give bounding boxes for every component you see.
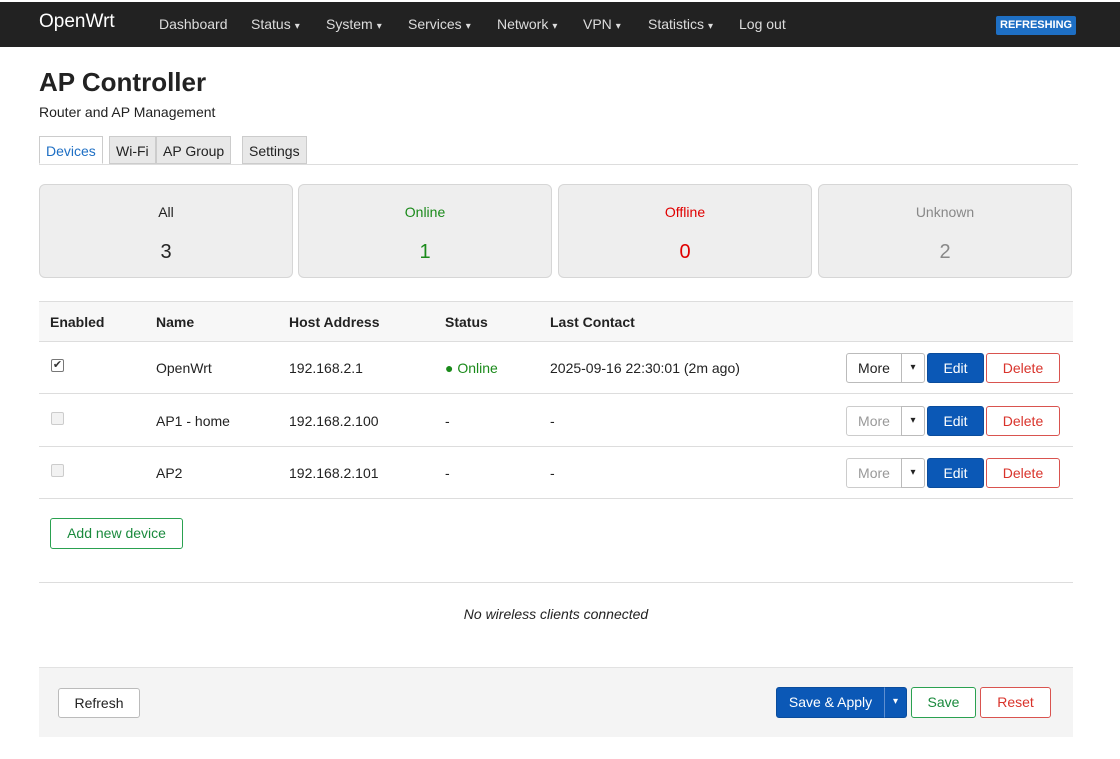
table-row: ✔ OpenWrt 192.168.2.1 ● Online 2025-09-1… <box>39 342 1073 394</box>
enabled-checkbox[interactable] <box>51 464 64 477</box>
column-header-enabled: Enabled <box>50 314 105 330</box>
add-new-device-button[interactable]: Add new device <box>50 518 183 549</box>
nav-label: Dashboard <box>159 16 228 32</box>
summary-card-all[interactable]: All 3 <box>39 184 293 278</box>
more-button[interactable]: More <box>846 353 902 383</box>
devices-table-header: Enabled Name Host Address Status Last Co… <box>39 301 1073 342</box>
no-clients-message: No wireless clients connected <box>463 606 649 622</box>
device-host: 192.168.2.100 <box>289 413 379 429</box>
page-title: AP Controller <box>39 67 207 97</box>
device-host: 192.168.2.101 <box>289 465 379 481</box>
more-button[interactable]: More <box>846 458 902 488</box>
table-row: AP1 - home 192.168.2.100 - - More ▾ Edit… <box>39 395 1073 447</box>
nav-label: Status <box>251 16 291 32</box>
enabled-checkbox[interactable]: ✔ <box>51 359 64 372</box>
section-divider <box>39 582 1073 583</box>
nav-logout[interactable]: Log out <box>739 16 786 32</box>
summary-count: 0 <box>679 241 691 263</box>
nav-vpn[interactable]: VPN ▾ <box>583 16 621 32</box>
device-status: - <box>445 465 450 481</box>
nav-system[interactable]: System ▾ <box>326 16 382 32</box>
tab-devices[interactable]: Devices <box>39 136 103 164</box>
edit-button[interactable]: Edit <box>927 458 984 488</box>
delete-button[interactable]: Delete <box>986 406 1060 436</box>
summary-label: Online <box>404 204 446 220</box>
device-status: - <box>445 413 450 429</box>
tab-wifi[interactable]: Wi-Fi <box>109 136 156 164</box>
more-dropdown-toggle[interactable]: ▾ <box>901 406 925 436</box>
column-header-name: Name <box>156 314 195 330</box>
top-navbar: OpenWrt Dashboard Status ▾ System ▾ Servic… <box>0 0 1120 47</box>
save-button[interactable]: Save <box>911 687 976 718</box>
device-last-contact: - <box>550 465 555 481</box>
tab-ap-group[interactable]: AP Group <box>156 136 232 164</box>
column-header-status: Status <box>445 314 488 330</box>
summary-count: 3 <box>160 241 172 263</box>
save-apply-dropdown-toggle[interactable]: ▾ <box>884 687 907 718</box>
tab-divider <box>39 164 1078 165</box>
caret-down-icon: ▾ <box>708 21 714 32</box>
nav-label: VPN <box>583 16 612 32</box>
tab-settings[interactable]: Settings <box>242 136 307 164</box>
summary-card-online[interactable]: Online 1 <box>298 184 552 278</box>
summary-count: 2 <box>939 241 951 263</box>
nav-label: Network <box>497 16 549 32</box>
device-status: ● Online <box>445 360 498 376</box>
device-name: OpenWrt <box>156 360 212 376</box>
caret-down-icon: ▾ <box>552 21 558 32</box>
device-host: 192.168.2.1 <box>289 360 363 376</box>
column-header-last-contact: Last Contact <box>550 314 635 330</box>
nav-label: System <box>326 16 373 32</box>
nav-label: Log out <box>739 16 786 32</box>
more-button[interactable]: More <box>846 406 902 436</box>
reset-button[interactable]: Reset <box>980 687 1051 718</box>
device-last-contact: - <box>550 413 555 429</box>
refresh-button[interactable]: Refresh <box>58 688 140 718</box>
summary-card-offline[interactable]: Offline 0 <box>558 184 812 278</box>
refreshing-badge[interactable]: REFRESHING <box>996 16 1077 35</box>
caret-down-icon: ▾ <box>465 21 471 32</box>
summary-card-unknown[interactable]: Unknown 2 <box>818 184 1072 278</box>
device-name: AP2 <box>156 465 183 481</box>
delete-button[interactable]: Delete <box>986 458 1060 488</box>
nav-statistics[interactable]: Statistics ▾ <box>648 16 713 32</box>
caret-down-icon: ▾ <box>615 21 621 32</box>
nav-label: Services <box>408 16 462 32</box>
nav-services[interactable]: Services ▾ <box>408 16 471 32</box>
nav-label: Statistics <box>648 16 705 32</box>
summary-label: All <box>158 204 174 220</box>
table-row: AP2 192.168.2.101 - - More ▾ Edit Delete <box>39 447 1073 499</box>
nav-network[interactable]: Network ▾ <box>497 16 557 32</box>
brand-logo[interactable]: OpenWrt <box>39 11 115 33</box>
more-dropdown-toggle[interactable]: ▾ <box>901 353 925 383</box>
summary-label: Unknown <box>915 204 975 220</box>
column-header-host: Host Address <box>289 314 380 330</box>
edit-button[interactable]: Edit <box>927 406 984 436</box>
enabled-checkbox[interactable] <box>51 412 64 425</box>
caret-down-icon: ▾ <box>376 21 382 32</box>
edit-button[interactable]: Edit <box>927 353 984 383</box>
more-dropdown-toggle[interactable]: ▾ <box>901 458 925 488</box>
form-actions-footer: Refresh Save & Apply ▾ Save Reset <box>39 667 1073 737</box>
device-last-contact: 2025-09-16 22:30:01 (2m ago) <box>550 360 740 376</box>
nav-dashboard[interactable]: Dashboard <box>159 16 228 32</box>
device-name: AP1 - home <box>156 413 230 429</box>
summary-label: Offline <box>664 204 706 220</box>
page-subtitle: Router and AP Management <box>39 104 216 120</box>
save-apply-button[interactable]: Save & Apply <box>776 687 885 718</box>
caret-down-icon: ▾ <box>294 21 300 32</box>
delete-button[interactable]: Delete <box>986 353 1060 383</box>
nav-status[interactable]: Status ▾ <box>251 16 300 32</box>
summary-count: 1 <box>419 241 431 263</box>
